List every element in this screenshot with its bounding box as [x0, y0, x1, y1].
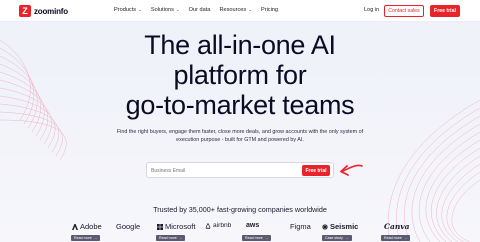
arrow-right-icon: → [178, 236, 183, 240]
read-more-adobe-button[interactable]: Read more → [71, 235, 101, 241]
menu-item-label: Solutions [150, 7, 174, 13]
read-more-canva-button[interactable]: Read more → [381, 235, 411, 241]
logo-airbnb: airbnb [205, 222, 231, 229]
brand-name: airbnb [213, 222, 232, 229]
hero-headline: The all-in-one AI platform for go-to-mar… [0, 30, 480, 120]
microsoft-icon [157, 223, 163, 230]
customer-logo-strip: Adobe Read more → Google Microsoft Read m… [0, 220, 480, 242]
logo-adobe: Adobe [72, 222, 102, 231]
email-signup-form: Free trial [146, 162, 334, 178]
headline-line: go-to-market teams [125, 90, 355, 120]
chevron-down-icon: ⌄ [248, 7, 252, 12]
logo-figma: Figma [290, 222, 311, 231]
brand-name: Adobe [80, 222, 102, 231]
case-study-seismic-button[interactable]: Case study → [322, 235, 352, 241]
brand-name: aws [246, 222, 260, 229]
email-free-trial-button[interactable]: Free trial [302, 165, 330, 176]
arrow-right-icon: → [264, 236, 269, 240]
headline-line: platform for [173, 60, 307, 90]
arrow-right-icon: → [344, 236, 349, 240]
menu-item-resources[interactable]: Resources ⌄ [219, 7, 252, 13]
logo-microsoft: Microsoft [157, 222, 195, 231]
seismic-icon [322, 223, 328, 230]
chevron-down-icon: ⌄ [175, 7, 180, 12]
zoominfo-logo-icon: Z [19, 5, 31, 17]
menu-item-label: Our data [188, 7, 211, 13]
menu-item-label: Pricing [260, 7, 279, 13]
brand-name: Figma [290, 222, 311, 231]
logo-google: Google [116, 222, 140, 231]
menu-item-label: Resources [219, 7, 247, 13]
trusted-by-text: Trusted by 35,000+ fast-growing companie… [153, 205, 327, 214]
login-link[interactable]: Log in [364, 7, 379, 13]
arrow-pointer-icon [340, 164, 363, 176]
top-navigation: Z zoominfo Products ⌄ Solutions ⌄ Our da… [0, 0, 480, 22]
read-more-aws-button[interactable]: Read more → [242, 235, 272, 241]
arrow-right-icon: → [93, 236, 98, 240]
menu-item-pricing[interactable]: Pricing [261, 7, 278, 13]
logo-text: zoominfo [34, 6, 68, 16]
logo-canva: Canva [384, 222, 410, 231]
free-trial-button[interactable]: Free trial [430, 5, 460, 17]
brand-name: Canva [384, 222, 410, 231]
chevron-down-icon: ⌄ [138, 7, 142, 12]
brand-name: Seismic [330, 222, 359, 231]
menu-item-label: Products [114, 7, 137, 13]
main-menu: Products ⌄ Solutions ⌄ Our data Resource… [114, 7, 278, 13]
headline-line: The all-in-one AI [144, 30, 336, 60]
logo-seismic: Seismic [322, 222, 358, 231]
arrow-right-icon: → [403, 236, 408, 240]
brand-name: Google [116, 222, 141, 231]
menu-item-our-data[interactable]: Our data [189, 7, 211, 13]
hero-subtext: Find the right buyers, engage them faste… [116, 129, 364, 143]
adobe-icon [72, 223, 78, 230]
contact-sales-button[interactable]: Contact sales [384, 5, 424, 17]
zoominfo-logo[interactable]: Z zoominfo [19, 5, 68, 17]
menu-item-solutions[interactable]: Solutions ⌄ [151, 7, 180, 13]
brand-name: Microsoft [165, 222, 196, 231]
business-email-input[interactable] [151, 165, 271, 176]
logo-aws: aws [246, 222, 259, 229]
airbnb-icon [205, 222, 211, 229]
menu-item-products[interactable]: Products ⌄ [114, 7, 142, 13]
read-more-microsoft-button[interactable]: Read more → [156, 235, 186, 241]
